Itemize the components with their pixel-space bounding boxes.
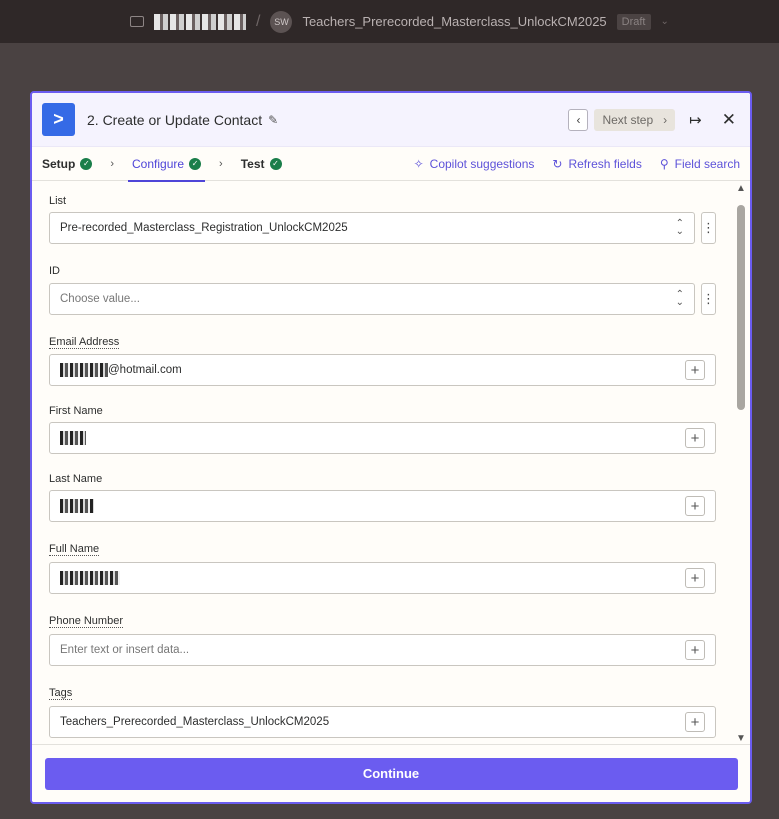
insert-data-button[interactable]: + [685, 496, 705, 516]
more-options-button[interactable]: ⋮ [701, 283, 716, 315]
refresh-icon: ↻ [552, 156, 563, 171]
id-placeholder: Choose value... [60, 293, 140, 305]
list-value: Pre-recorded_Masterclass_Registration_Un… [60, 222, 348, 234]
search-label: Field search [674, 156, 740, 171]
scrollbar[interactable]: ▲ ▼ [734, 183, 748, 746]
id-select[interactable]: Choose value... ⌃ ⌄ [49, 283, 695, 315]
field-full-name: Full Name + [49, 543, 716, 594]
field-phone: Phone Number Enter text or insert data..… [49, 615, 716, 666]
field-label: Tags [49, 687, 716, 701]
field-label: Full Name [49, 543, 716, 557]
refresh-fields-button[interactable]: ↻ Refresh fields [552, 157, 641, 171]
sort-arrows-icon: ⌃ ⌄ [675, 289, 684, 308]
tags-value: Teachers_Prerecorded_Masterclass_UnlockC… [60, 716, 330, 728]
check-circle-icon: ✓ [189, 157, 202, 170]
insert-data-button[interactable]: + [685, 712, 705, 732]
redacted-text [60, 499, 94, 513]
previous-step-button[interactable]: ‹ [568, 108, 589, 131]
pencil-icon[interactable]: ✎ [268, 113, 278, 127]
modal-header: > 2. Create or Update Contact ✎ ‹ Next s… [32, 93, 750, 147]
breadcrumb-separator: / [256, 12, 261, 30]
modal-footer: Continue [32, 744, 750, 802]
phone-number-field[interactable]: Enter text or insert data... + [49, 634, 716, 666]
redacted-text [60, 431, 86, 445]
step-title[interactable]: 2. Create or Update Contact [87, 112, 262, 128]
copilot-suggestions-button[interactable]: ✧ Copilot suggestions [414, 157, 535, 171]
field-label: First Name [49, 405, 103, 417]
copilot-label: Copilot suggestions [429, 156, 535, 171]
folder-icon[interactable] [130, 16, 144, 27]
list-select[interactable]: Pre-recorded_Masterclass_Registration_Un… [49, 212, 695, 244]
avatar[interactable]: SW [270, 10, 293, 33]
last-name-field[interactable]: + [49, 490, 716, 522]
check-circle-icon: ✓ [80, 157, 93, 170]
more-options-button[interactable]: ⋮ [701, 212, 716, 244]
tab-configure[interactable]: Configure ✓ [128, 147, 206, 182]
sort-arrows-icon: ⌃ ⌄ [675, 218, 684, 237]
chevron-right-icon: › [110, 157, 115, 170]
scroll-up-icon[interactable]: ▲ [736, 183, 746, 194]
top-bar: / SW Teachers_Prerecorded_Masterclass_Un… [0, 0, 779, 43]
tags-label-text: Tags [49, 687, 73, 700]
email-value-suffix: @hotmail.com [108, 364, 182, 376]
field-tags: Tags Teachers_Prerecorded_Masterclass_Un… [49, 687, 716, 738]
search-icon: ⚲ [659, 156, 669, 171]
insert-data-button[interactable]: + [685, 568, 705, 588]
status-badge: Draft [616, 13, 651, 30]
step-tabs: Setup ✓ › Configure ✓ › Test ✓ ✧ Copilot… [32, 147, 750, 182]
field-label: ID [49, 265, 60, 277]
field-list: List Pre-recorded_Masterclass_Registrati… [49, 195, 716, 244]
activecampaign-logo-icon: > [42, 103, 75, 136]
email-field[interactable]: @hotmail.com + [49, 354, 716, 386]
workspace-name-redacted[interactable] [154, 13, 246, 30]
tab-label: Configure [132, 156, 185, 171]
redacted-text [60, 571, 120, 585]
scroll-down-icon[interactable]: ▼ [736, 733, 746, 744]
field-label: List [49, 195, 67, 207]
step-editor-modal: > 2. Create or Update Contact ✎ ‹ Next s… [30, 91, 752, 804]
field-label: Email Address [49, 336, 716, 350]
field-email: Email Address @hotmail.com + [49, 336, 716, 386]
field-search-button[interactable]: ⚲ Field search [660, 157, 740, 171]
insert-data-button[interactable]: + [685, 360, 705, 380]
expand-panel-icon[interactable]: ↦ [689, 111, 702, 129]
phone-placeholder: Enter text or insert data... [60, 644, 190, 656]
close-icon[interactable]: ✕ [722, 110, 736, 130]
chevron-down-icon[interactable]: ⌄ [661, 16, 669, 27]
full-name-label-text: Full Name [49, 543, 100, 556]
field-label: Phone Number [49, 615, 716, 629]
insert-data-button[interactable]: + [685, 428, 705, 448]
tab-label: Test [240, 156, 265, 171]
scroll-thumb[interactable] [737, 205, 745, 410]
email-label-text: Email Address [49, 336, 120, 349]
tab-test[interactable]: Test ✓ [241, 147, 282, 181]
redacted-text [60, 363, 108, 377]
check-circle-icon: ✓ [269, 157, 282, 170]
tags-field[interactable]: Teachers_Prerecorded_Masterclass_UnlockC… [49, 706, 716, 738]
phone-label-text: Phone Number [49, 615, 123, 628]
next-step-button[interactable]: Next step › [594, 108, 676, 131]
chevron-right-icon: › [663, 112, 668, 127]
zap-name[interactable]: Teachers_Prerecorded_Masterclass_UnlockC… [302, 14, 606, 29]
refresh-label: Refresh fields [568, 156, 642, 171]
tab-setup[interactable]: Setup ✓ [42, 147, 93, 181]
insert-data-button[interactable]: + [685, 640, 705, 660]
first-name-field[interactable]: + [49, 422, 716, 454]
field-first-name: First Name + [49, 405, 716, 454]
field-id: ID Choose value... ⌃ ⌄ ⋮ [49, 265, 716, 315]
full-name-field[interactable]: + [49, 562, 716, 594]
chevron-right-icon: › [219, 157, 223, 170]
next-step-label: Next step [602, 112, 654, 127]
sparkle-icon: ✧ [413, 156, 424, 171]
tab-label: Setup [42, 156, 76, 171]
continue-button[interactable]: Continue [44, 757, 738, 790]
form-body: List Pre-recorded_Masterclass_Registrati… [32, 183, 750, 746]
field-label: Last Name [49, 473, 103, 485]
field-last-name: Last Name + [49, 473, 716, 522]
